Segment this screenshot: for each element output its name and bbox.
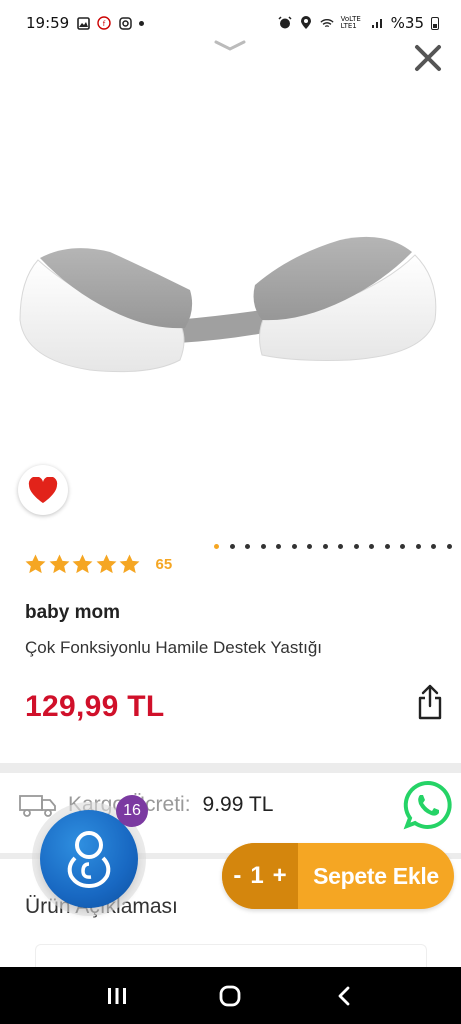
battery-icon	[431, 16, 439, 30]
svg-text:f: f	[103, 20, 106, 28]
image-carousel-indicator[interactable]	[214, 544, 452, 549]
rating-count[interactable]: 65	[156, 556, 173, 573]
location-icon	[299, 16, 313, 30]
star-icon	[96, 554, 116, 574]
carousel-dot[interactable]	[446, 544, 452, 549]
home-button[interactable]	[215, 981, 245, 1011]
carousel-dot[interactable]	[214, 544, 219, 549]
whatsapp-button[interactable]	[403, 780, 453, 830]
close-icon	[415, 45, 441, 71]
share-icon	[418, 684, 442, 720]
star-icon	[49, 554, 69, 574]
instagram-icon	[118, 16, 132, 30]
quantity-value: 1	[250, 862, 264, 889]
star-icon	[119, 554, 140, 574]
decrease-quantity-button[interactable]: -	[233, 862, 241, 890]
add-to-cart-button[interactable]: Sepete Ekle	[298, 863, 454, 890]
carousel-dot[interactable]	[245, 544, 250, 549]
carousel-dot[interactable]	[415, 544, 421, 549]
notification-badge: 16	[116, 795, 148, 827]
status-time: 19:59	[26, 14, 70, 32]
shipping-price: 9.99 TL	[202, 793, 274, 816]
rating[interactable]: 65	[24, 553, 172, 576]
wifi-icon	[320, 16, 334, 30]
increase-quantity-button[interactable]: +	[273, 862, 287, 890]
section-divider	[0, 763, 461, 773]
carousel-dot[interactable]	[307, 544, 312, 549]
product-image[interactable]	[0, 200, 461, 420]
carousel-dot[interactable]	[229, 544, 235, 549]
alarm-icon	[278, 16, 292, 30]
dot-icon	[139, 20, 145, 26]
add-to-cart-bar: - 1 + Sepete Ekle	[222, 843, 454, 909]
network-label: VoLTE LTE1	[340, 15, 361, 30]
carousel-dot[interactable]	[322, 544, 328, 549]
recent-apps-button[interactable]	[102, 981, 132, 1011]
back-button[interactable]	[329, 981, 359, 1011]
battery-percent: %35	[390, 14, 424, 32]
product-price: 129,99 TL	[25, 690, 165, 723]
carousel-dot[interactable]	[338, 544, 343, 549]
back-icon	[338, 986, 350, 1005]
close-button[interactable]	[408, 38, 448, 78]
heart-icon	[28, 476, 58, 503]
whatsapp-icon	[403, 780, 452, 830]
home-icon	[220, 985, 241, 1006]
recent-apps-icon	[107, 987, 126, 1004]
quantity-stepper: - 1 +	[222, 843, 298, 909]
app-logo-icon	[67, 831, 111, 889]
carousel-dot[interactable]	[353, 544, 359, 549]
status-right: VoLTE LTE1 %35	[278, 14, 439, 32]
signal-icon	[370, 16, 384, 30]
share-button[interactable]	[414, 683, 446, 721]
carousel-dot[interactable]	[260, 544, 266, 549]
carousel-dot[interactable]	[431, 544, 436, 549]
star-icon	[25, 554, 46, 574]
rating-stars	[24, 553, 142, 576]
system-nav-bar	[0, 967, 461, 1024]
favorite-button[interactable]	[18, 465, 68, 515]
carousel-dot[interactable]	[400, 544, 405, 549]
product-title: Çok Fonksiyonlu Hamile Destek Yastığı	[25, 638, 322, 657]
carousel-dot[interactable]	[369, 544, 374, 549]
gallery-icon	[76, 16, 90, 30]
brand-name[interactable]: baby mom	[25, 602, 120, 624]
carousel-dot[interactable]	[276, 544, 281, 549]
chevron-down-icon[interactable]	[212, 36, 248, 56]
app-notification-icon: f	[97, 16, 111, 30]
carousel-dot[interactable]	[291, 544, 297, 549]
carousel-dot[interactable]	[384, 544, 390, 549]
truck-icon	[19, 795, 56, 817]
status-left: 19:59 f	[26, 14, 145, 32]
star-icon	[72, 554, 93, 574]
